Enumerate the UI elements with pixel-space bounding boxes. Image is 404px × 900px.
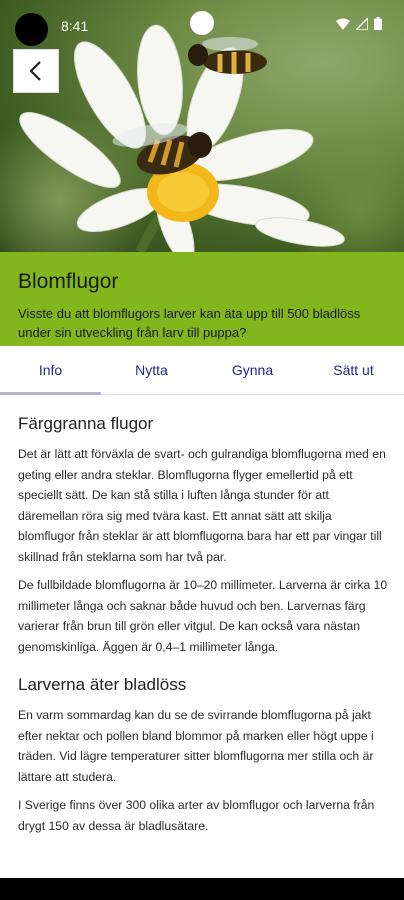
notification-dot (190, 11, 214, 35)
status-bar: 8:41 (0, 0, 404, 46)
paragraph: I Sverige finns över 300 olika arter av … (18, 798, 375, 833)
paragraph: De fullbildade blomflugorna är 10–20 mil… (18, 578, 388, 654)
signal-icon (356, 17, 368, 30)
section-heading: Larverna äter bladlöss (18, 675, 187, 694)
camera-cutout (15, 13, 48, 46)
paragraph: Det är lätt att förväxla de svart- och g… (18, 447, 386, 564)
tab-nytta[interactable]: Nytta (101, 346, 202, 394)
header-banner: Blomflugor Visste du att blomflugors lar… (0, 252, 404, 346)
tab-info[interactable]: Info (0, 346, 101, 395)
navigation-bar (0, 878, 404, 900)
page-title: Blomflugor (18, 270, 119, 293)
tab-satt-ut[interactable]: Sätt ut (303, 346, 404, 394)
wifi-icon (336, 18, 350, 30)
status-time: 8:41 (61, 18, 89, 34)
chevron-left-icon (29, 61, 41, 81)
tab-gynna[interactable]: Gynna (202, 346, 303, 394)
section-heading: Färggranna flugor (18, 414, 154, 433)
tab-bar: Info Nytta Gynna Sätt ut (0, 346, 404, 395)
back-button[interactable] (13, 49, 59, 93)
info-content: Färggranna flugor Det är lätt att förväx… (18, 396, 390, 844)
battery-icon (374, 17, 382, 30)
page-subtitle: Visste du att blomflugors larver kan äta… (18, 306, 361, 340)
paragraph: En varm sommardag kan du se de svirrande… (18, 708, 374, 784)
